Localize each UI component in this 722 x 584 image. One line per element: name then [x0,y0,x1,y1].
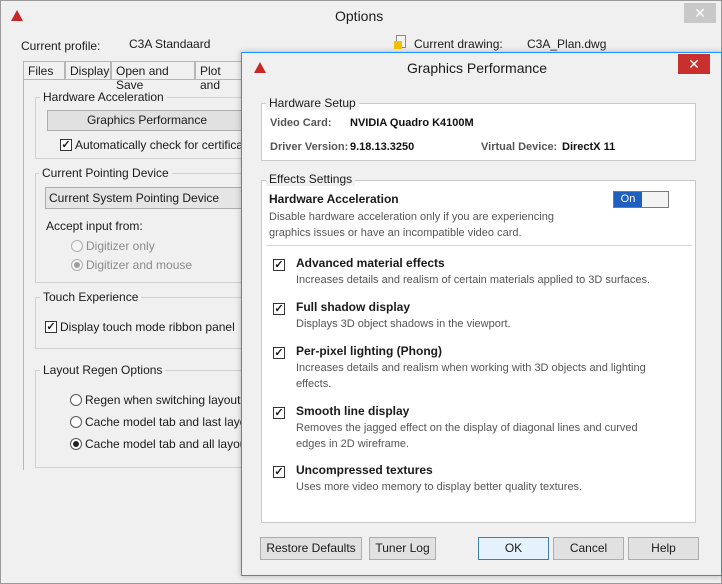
smooth-line-desc-line1: Removes the jagged effect on the display… [296,422,638,434]
video-card-value: NVIDIA Quadro K4100M [350,117,474,129]
layout-regen-title: Layout Regen Options [40,363,166,377]
regen-switching-radio[interactable] [70,394,82,406]
driver-version-label: Driver Version: [270,141,349,153]
toggle-on-label: On [614,192,642,207]
uncompressed-textures-desc: Uses more video memory to display better… [296,481,583,493]
gp-title: Graphics Performance [407,60,548,76]
current-drawing-label: Current drawing: [414,37,503,51]
graphics-performance-button[interactable]: Graphics Performance [47,110,247,131]
uncompressed-textures-title: Uncompressed textures [296,463,433,477]
effects-divider [266,245,692,246]
virtual-device-label: Virtual Device: [481,141,558,153]
per-pixel-lighting-desc-line1: Increases details and realism when worki… [296,362,646,374]
current-profile-label: Current profile: [21,39,101,53]
hardware-setup-title: Hardware Setup [266,96,359,110]
hw-accel-toggle[interactable]: On [613,191,669,208]
digitizer-only-label: Digitizer only [86,239,155,253]
cache-all-layouts-radio[interactable] [70,438,82,450]
restore-defaults-button[interactable]: Restore Defaults [260,537,362,560]
options-close-button[interactable]: ✕ [684,3,716,23]
tuner-log-button[interactable]: Tuner Log [369,537,436,560]
smooth-line-desc-line2: edges in 2D wireframe. [296,438,410,450]
autocad-logo-icon [254,62,266,73]
autocad-logo-icon [11,10,23,21]
per-pixel-lighting-desc-line2: effects. [296,378,332,390]
options-title: Options [335,8,384,24]
advanced-material-desc: Increases details and realism of certain… [296,274,651,286]
tab-display[interactable]: Display [65,61,111,80]
pointing-device-select[interactable]: Current System Pointing Device [45,187,247,209]
regen-switching-label: Regen when switching layouts [85,393,247,407]
uncompressed-textures-checkbox[interactable]: ✓ [273,466,285,478]
hw-accel-desc-line1: Disable hardware acceleration only if yo… [269,211,554,223]
cache-last-layout-label: Cache model tab and last layout [85,415,257,429]
full-shadow-desc: Displays 3D object shadows in the viewpo… [296,318,511,330]
help-button[interactable]: Help [628,537,699,560]
digitizer-and-mouse-radio[interactable] [71,259,83,271]
effects-settings-title: Effects Settings [266,172,356,186]
per-pixel-lighting-title: Per-pixel lighting (Phong) [296,344,442,358]
advanced-material-checkbox[interactable]: ✓ [273,259,285,271]
current-profile-value: C3A Standaard [129,37,211,51]
pointing-device-title: Current Pointing Device [39,166,172,180]
full-shadow-checkbox[interactable]: ✓ [273,303,285,315]
tab-plot-and-publish[interactable]: Plot and [195,61,245,92]
touch-ribbon-label: Display touch mode ribbon panel [60,320,235,334]
smooth-line-checkbox[interactable]: ✓ [273,407,285,419]
auto-check-certification-checkbox[interactable]: ✓ [60,139,72,151]
advanced-material-title: Advanced material effects [296,256,445,270]
driver-version-value: 9.18.13.3250 [350,141,415,153]
toggle-knob [642,192,668,207]
accept-input-label: Accept input from: [46,219,143,233]
gp-titlebar: Graphics Performance ✕ [242,53,721,83]
hw-accel-title: Hardware Acceleration [269,192,399,206]
hw-accel-desc-line2: graphics issues or have an incompatible … [269,227,522,239]
cache-last-layout-radio[interactable] [70,416,82,428]
cache-all-layouts-label: Cache model tab and all layouts [85,437,256,451]
per-pixel-lighting-checkbox[interactable]: ✓ [273,347,285,359]
full-shadow-title: Full shadow display [296,300,411,314]
smooth-line-title: Smooth line display [296,404,410,418]
digitizer-and-mouse-label: Digitizer and mouse [86,258,193,272]
hardware-acceleration-title: Hardware Acceleration [40,90,167,104]
current-drawing-value: C3A_Plan.dwg [527,37,607,51]
digitizer-only-radio[interactable] [71,240,83,252]
gp-close-button[interactable]: ✕ [678,54,710,74]
tab-open-and-save[interactable]: Open and Save [111,61,195,92]
tab-files[interactable]: Files [23,61,65,80]
drawing-file-icon [394,35,408,49]
video-card-label: Video Card: [270,117,332,129]
auto-check-certification-label: Automatically check for certification [75,138,263,152]
ok-button[interactable]: OK [478,537,549,560]
touch-ribbon-checkbox[interactable]: ✓ [45,321,57,333]
graphics-performance-dialog: Graphics Performance ✕ Hardware Setup Vi… [241,52,722,576]
cancel-button[interactable]: Cancel [553,537,624,560]
virtual-device-value: DirectX 11 [562,141,616,153]
touch-experience-title: Touch Experience [40,290,142,304]
